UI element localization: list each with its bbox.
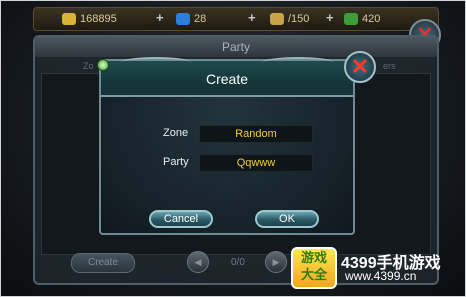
create-party-button[interactable]: Create	[71, 253, 135, 273]
zone-select[interactable]: Random	[199, 125, 313, 143]
party-name-input[interactable]: Qqwww	[199, 154, 313, 172]
cancel-button[interactable]: Cancel	[149, 210, 213, 228]
create-dialog: Create	[99, 57, 355, 235]
ornament-left	[121, 57, 191, 67]
zone-column-header: Zo	[83, 61, 94, 71]
gold-coin-icon	[62, 13, 76, 25]
resource-bar: 168895 + 28 + /150 + 420	[33, 7, 439, 31]
party-window-title: Party	[35, 37, 437, 57]
gold-resource: 168895	[62, 11, 117, 27]
dialog-title: Create	[205, 71, 249, 87]
gem-amount: 28	[194, 13, 207, 25]
leaf-icon	[344, 13, 358, 25]
dialog-header: Create	[101, 57, 353, 97]
game-screen: 168895 + 28 + /150 + 420 ✕ Party Zo ers …	[0, 0, 466, 297]
gold-amount: 168895	[80, 13, 117, 25]
page-indicator: 0/0	[231, 257, 245, 268]
other-resource: 420	[344, 11, 380, 27]
lightning-icon	[270, 13, 284, 25]
close-icon: ✕	[350, 54, 370, 79]
chevron-right-icon: ▶	[272, 257, 280, 267]
watermark-logo: 游戏 大全	[291, 247, 337, 289]
dialog-close-button[interactable]: ✕	[344, 51, 376, 83]
watermark-badge-line1: 游戏	[300, 250, 327, 265]
ok-button[interactable]: OK	[255, 210, 319, 228]
watermark-badge-line2: 大全	[300, 267, 327, 282]
add-gold-button[interactable]: +	[156, 10, 164, 25]
other-amount: 420	[362, 13, 381, 25]
add-gem-button[interactable]: +	[248, 10, 256, 25]
party-name-label: Party	[163, 156, 189, 168]
energy-resource: /150	[270, 11, 309, 27]
prev-page-button[interactable]: ◀	[187, 251, 209, 273]
chevron-left-icon: ◀	[194, 257, 202, 267]
gem-icon	[176, 13, 190, 25]
gem-resource: 28	[176, 11, 206, 27]
energy-amount: /150	[288, 13, 310, 25]
watermark-url: www.4399.cn	[345, 269, 417, 283]
gem-ornament-icon	[97, 59, 109, 71]
next-page-button[interactable]: ▶	[265, 251, 287, 273]
members-column-header: ers	[383, 61, 396, 71]
ornament-right	[263, 57, 333, 67]
zone-label: Zone	[163, 127, 189, 139]
add-energy-button[interactable]: +	[326, 10, 334, 25]
